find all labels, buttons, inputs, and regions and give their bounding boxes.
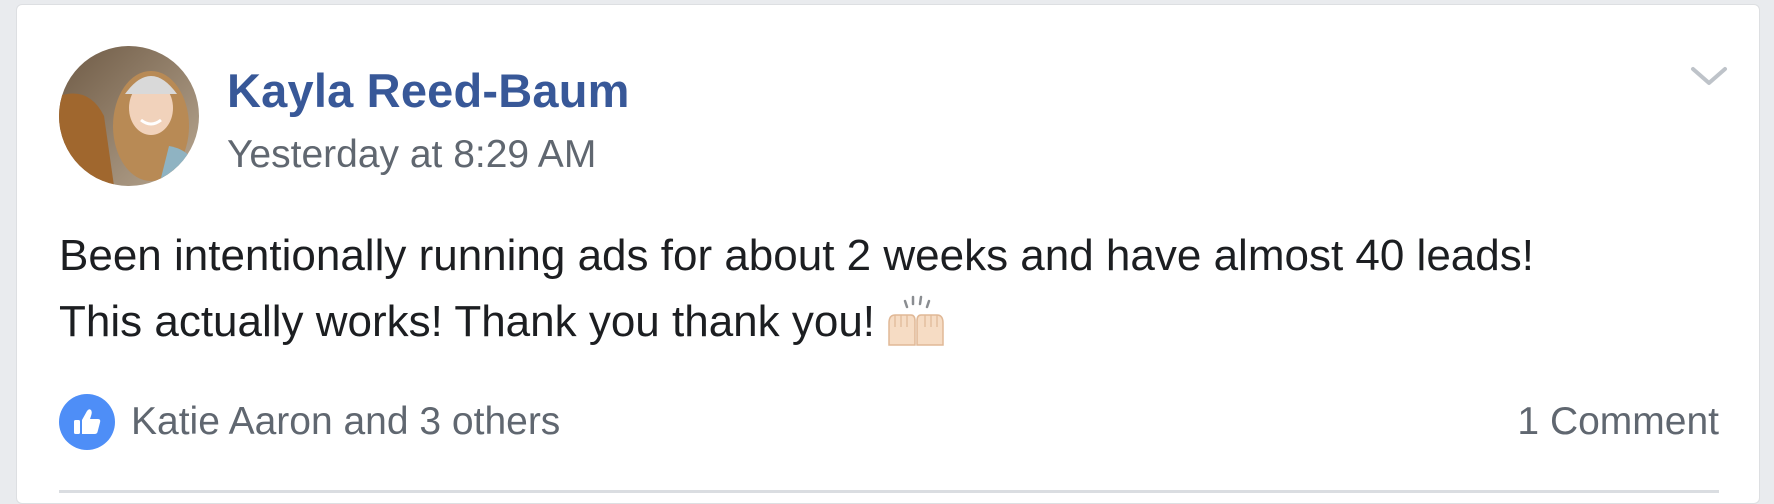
post-body-line: Been intentionally running ads for about… [59,231,1534,280]
post-body-line-text: This actually works! Thank you thank you… [59,297,876,346]
author-avatar[interactable] [59,46,199,186]
reaction-names[interactable]: Katie Aaron and 3 others [131,400,560,444]
post-timestamp-link[interactable]: Yesterday at 8:29 AM [227,133,596,177]
post-body: Been intentionally running ads for about… [59,223,1739,355]
action-divider [59,490,1719,493]
raising-hands-emoji-icon [883,293,947,347]
reactions-summary[interactable]: Katie Aaron and 3 others [59,393,560,451]
post-card: Kayla Reed-Baum Yesterday at 8:29 AM Bee… [16,4,1760,504]
post-body-line: This actually works! Thank you thank you… [59,289,1739,355]
comment-count-link[interactable]: 1 Comment [1517,400,1719,444]
chevron-down-icon[interactable] [1689,61,1729,91]
author-name-link[interactable]: Kayla Reed-Baum [227,63,630,118]
like-thumb-icon [59,394,115,450]
